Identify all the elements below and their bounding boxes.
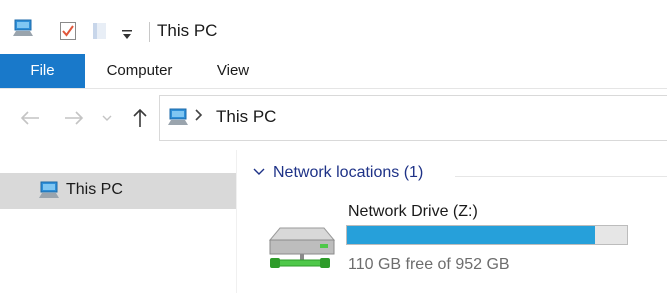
network-drive-item[interactable]: Network Drive (Z:) 110 GB free of 952 GB — [266, 200, 667, 280]
drive-usage-fill — [347, 226, 595, 244]
window-title: This PC — [157, 21, 218, 40]
title-separator — [149, 22, 150, 42]
new-folder-icon[interactable] — [92, 21, 108, 46]
properties-checkbox-icon[interactable] — [59, 21, 77, 46]
pane-divider[interactable] — [236, 150, 237, 293]
navigation-pane: This PC — [0, 150, 236, 293]
tab-view[interactable]: View — [205, 54, 261, 88]
drive-free-space: 110 GB free of 952 GB — [348, 256, 510, 273]
back-arrow-icon[interactable] — [18, 106, 42, 130]
group-divider — [455, 176, 667, 177]
network-drive-icon — [266, 218, 338, 279]
breadcrumb-chevron-icon[interactable] — [194, 108, 204, 127]
sidebar-item-this-pc[interactable]: This PC — [0, 173, 236, 209]
this-pc-icon — [167, 108, 189, 131]
drive-usage-bar — [346, 225, 628, 245]
address-bar[interactable]: This PC — [159, 95, 667, 141]
tab-computer[interactable]: Computer — [93, 54, 186, 88]
ribbon-tabs: File Computer View — [0, 54, 667, 89]
up-arrow-icon[interactable] — [128, 106, 152, 130]
navigation-bar: This PC — [0, 89, 667, 149]
computer-icon[interactable] — [12, 19, 34, 42]
chevron-down-icon[interactable] — [252, 165, 266, 184]
drive-name: Network Drive (Z:) — [348, 203, 478, 220]
this-pc-icon — [38, 181, 60, 204]
title-bar: This PC — [0, 0, 667, 54]
customize-dropdown-icon[interactable] — [122, 27, 132, 45]
forward-arrow-icon[interactable] — [62, 106, 86, 130]
breadcrumb-this-pc[interactable]: This PC — [216, 107, 276, 127]
group-label: Network locations (1) — [273, 164, 424, 181]
recent-locations-chevron-icon[interactable] — [99, 106, 115, 130]
sidebar-item-label: This PC — [66, 181, 123, 198]
tab-file[interactable]: File — [0, 54, 85, 88]
